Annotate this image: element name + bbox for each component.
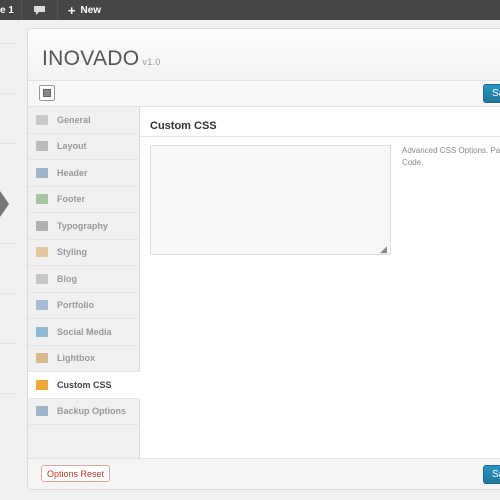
sidebar-item-label: Layout [57,141,87,152]
sidebar-item[interactable]: Portfolio [28,293,139,319]
comments-item[interactable] [22,0,58,20]
css-icon [36,379,48,390]
sidebar-item[interactable]: Styling [28,240,139,266]
options-sidebar: General Layout Header Footer Typography Styli… [28,107,140,458]
theme-version: v1.0 [142,57,161,67]
styling-icon [36,247,48,258]
sidebar-item[interactable]: Lightbox [28,346,139,372]
blog-icon [36,273,48,284]
section-title: Custom CSS [150,120,217,132]
expand-icon [43,89,51,97]
new-content-item[interactable]: + New [58,0,101,20]
sidebar-item-label: General [57,114,91,125]
typography-icon [36,220,48,231]
new-label: New [80,4,102,16]
options-reset-button[interactable]: Options Reset [41,465,111,482]
menu-separator [0,243,18,244]
backup-icon [36,406,48,417]
panel-footer: Options Reset Sav [28,458,500,489]
portfolio-icon [36,300,48,311]
menu-separator [0,293,18,294]
field-description: Advanced CSS Options. Pas Code. [402,146,500,167]
sidebar-item[interactable]: Custom CSS [28,372,140,399]
plus-icon: + [67,2,76,18]
menu-separator [0,343,18,344]
sidebar-item[interactable]: Backup Options [28,399,139,425]
sidebar-item-label: Custom CSS [57,379,112,390]
layout-icon [36,141,48,152]
gear-icon [36,114,48,125]
current-menu-arrow-icon [0,191,9,217]
sidebar-item-label: Typography [57,220,108,231]
custom-css-textarea[interactable] [150,145,391,255]
options-panel: INOVADOv1.0 Sav General Layout Header Foote… [27,28,500,490]
sidebar-item[interactable]: Social Media [28,319,139,346]
header-icon [36,167,48,178]
sidebar-item-label: Styling [57,247,88,258]
panel-header: INOVADO v1.0 [28,29,500,81]
admin-menu [0,20,26,500]
menu-separator [0,393,18,394]
social-icon [36,326,48,337]
sidebar-item[interactable]: Typography [28,213,139,240]
save-button[interactable]: Sav [483,84,500,103]
save-button-footer[interactable]: Sav [483,465,500,484]
updates-count: e 1 [0,4,14,16]
admin-bar: e 1 + New [0,0,500,20]
sidebar-item[interactable]: Footer [28,187,139,213]
updates-item[interactable]: e 1 [0,0,22,20]
sidebar-item-label: Header [57,167,88,178]
menu-separator [0,93,18,94]
sidebar-item[interactable]: Layout [28,134,139,160]
sidebar-item[interactable]: General [28,107,139,134]
sidebar-item[interactable]: Header [28,160,139,187]
sidebar-item-label: Backup Options [57,406,127,417]
options-content: Custom CSS ◢ Advanced CSS Options. Pas C… [140,107,500,458]
sidebar-item-label: Social Media [57,326,112,337]
theme-name: INOVADO [42,47,140,70]
comment-bubble-icon [33,5,45,15]
footer-icon [36,194,48,205]
sidebar-item-label: Footer [57,194,85,205]
menu-separator [0,143,18,144]
sidebar-item-label: Blog [57,273,77,284]
expand-toggle-button[interactable] [39,85,55,101]
sidebar-item-label: Portfolio [57,300,94,311]
sidebar-item-label: Lightbox [57,353,95,364]
menu-separator [0,43,18,44]
lightbox-icon [36,353,48,364]
panel-toolbar: Sav [28,81,500,107]
sidebar-item[interactable]: Blog [28,266,139,293]
resize-grip-icon[interactable]: ◢ [380,244,387,255]
theme-title: INOVADO v1.0 [42,47,161,71]
section-divider [140,136,500,137]
